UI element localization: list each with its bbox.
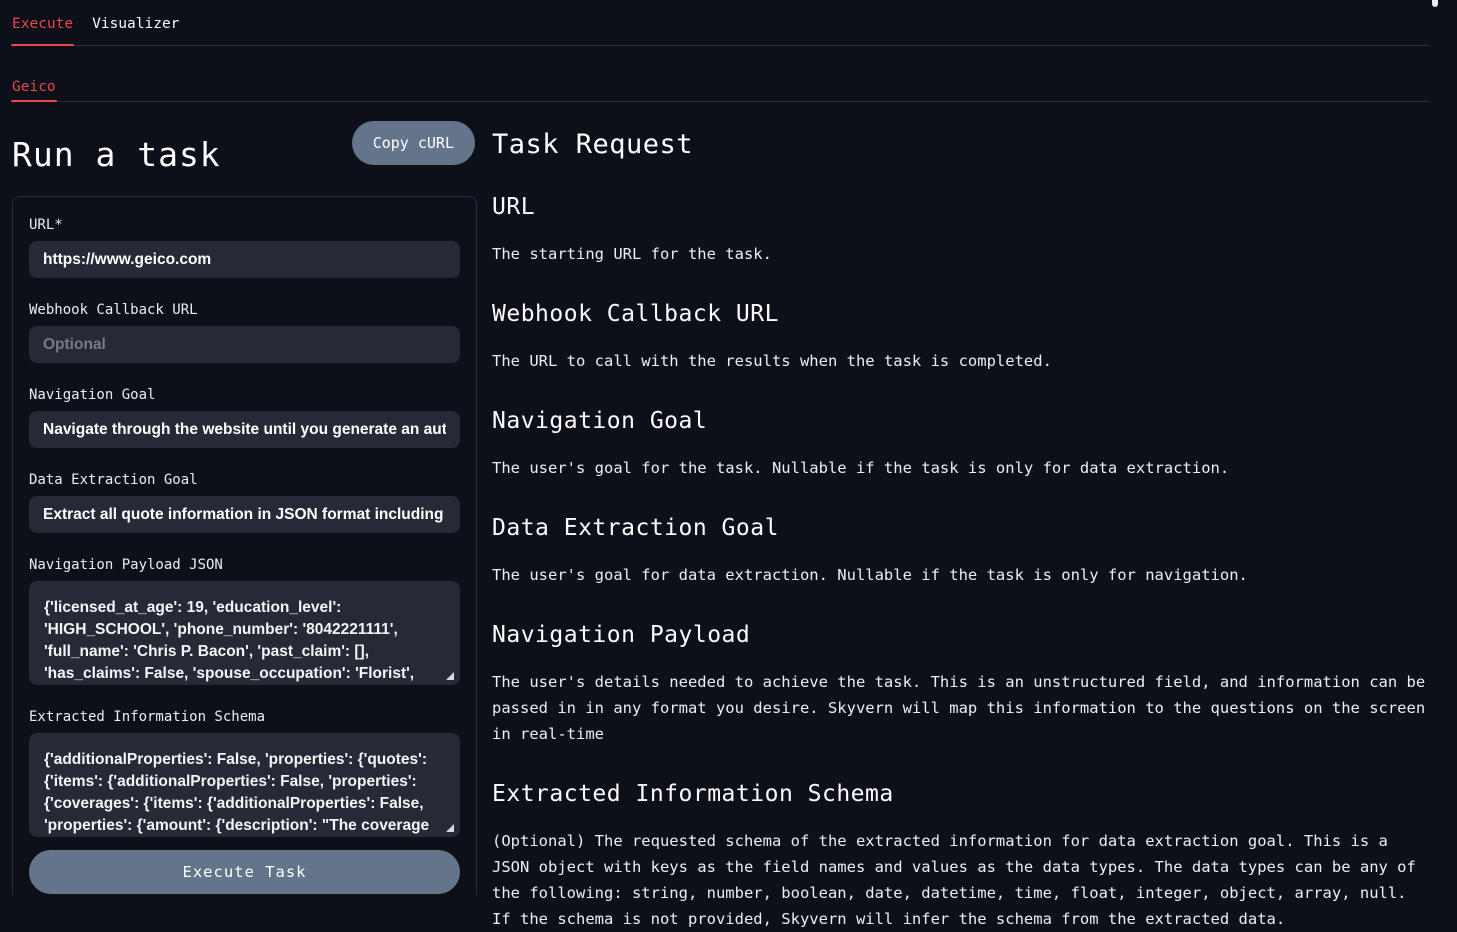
- extracted-schema-textarea[interactable]: {'additionalProperties': False, 'propert…: [29, 733, 460, 837]
- doc-section-url: URL The starting URL for the task.: [492, 194, 1430, 267]
- secondary-tabs: Geico: [11, 46, 1430, 102]
- doc-section-description: The user's details needed to achieve the…: [492, 669, 1430, 747]
- navigation-goal-input[interactable]: [29, 411, 460, 448]
- doc-section-title: Extracted Information Schema: [492, 781, 1430, 807]
- doc-section-title: Data Extraction Goal: [492, 515, 1430, 541]
- main-tabs: Execute Visualizer: [11, 0, 1430, 46]
- doc-section-title: Navigation Payload: [492, 622, 1430, 648]
- doc-section-extracted-schema: Extracted Information Schema (Optional) …: [492, 781, 1430, 932]
- tab-visualizer[interactable]: Visualizer: [91, 0, 180, 45]
- navigation-goal-label: Navigation Goal: [29, 387, 460, 403]
- navigation-payload-label: Navigation Payload JSON: [29, 557, 460, 573]
- navigation-payload-textarea[interactable]: {'licensed_at_age': 19, 'education_level…: [29, 581, 460, 685]
- execute-task-button[interactable]: Execute Task: [29, 850, 460, 894]
- task-request-docs: Task Request URL The starting URL for th…: [492, 129, 1430, 932]
- doc-section-description: (Optional) The requested schema of the e…: [492, 828, 1430, 932]
- doc-section-title: Webhook Callback URL: [492, 301, 1430, 327]
- doc-section-title: URL: [492, 194, 1430, 220]
- doc-section-description: The URL to call with the results when th…: [492, 348, 1430, 374]
- tab-execute[interactable]: Execute: [11, 0, 74, 45]
- extracted-schema-label: Extracted Information Schema: [29, 709, 460, 725]
- doc-section-navigation-payload: Navigation Payload The user's details ne…: [492, 622, 1430, 747]
- doc-section-description: The starting URL for the task.: [492, 241, 1430, 267]
- doc-section-title: Navigation Goal: [492, 408, 1430, 434]
- copy-curl-button[interactable]: Copy cURL: [352, 121, 475, 165]
- doc-section-description: The user's goal for the task. Nullable i…: [492, 455, 1430, 481]
- doc-section-description: The user's goal for data extraction. Nul…: [492, 562, 1430, 588]
- docs-title: Task Request: [492, 129, 1430, 160]
- scrollbar-thumb[interactable]: [1432, 0, 1438, 7]
- doc-section-data-extraction-goal: Data Extraction Goal The user's goal for…: [492, 515, 1430, 588]
- navigation-payload-wrap: {'licensed_at_age': 19, 'education_level…: [29, 581, 460, 685]
- data-extraction-goal-input[interactable]: [29, 496, 460, 533]
- webhook-input[interactable]: [29, 326, 460, 363]
- doc-section-navigation-goal: Navigation Goal The user's goal for the …: [492, 408, 1430, 481]
- left-header: Run a task Copy cURL: [12, 120, 477, 180]
- url-input[interactable]: [29, 241, 460, 278]
- extracted-schema-wrap: {'additionalProperties': False, 'propert…: [29, 733, 460, 837]
- doc-section-webhook: Webhook Callback URL The URL to call wit…: [492, 301, 1430, 374]
- url-label: URL*: [29, 217, 460, 233]
- tab-geico[interactable]: Geico: [11, 46, 57, 101]
- data-extraction-goal-label: Data Extraction Goal: [29, 472, 460, 488]
- run-task-form: URL* Webhook Callback URL Navigation Goa…: [12, 196, 477, 895]
- webhook-label: Webhook Callback URL: [29, 302, 460, 318]
